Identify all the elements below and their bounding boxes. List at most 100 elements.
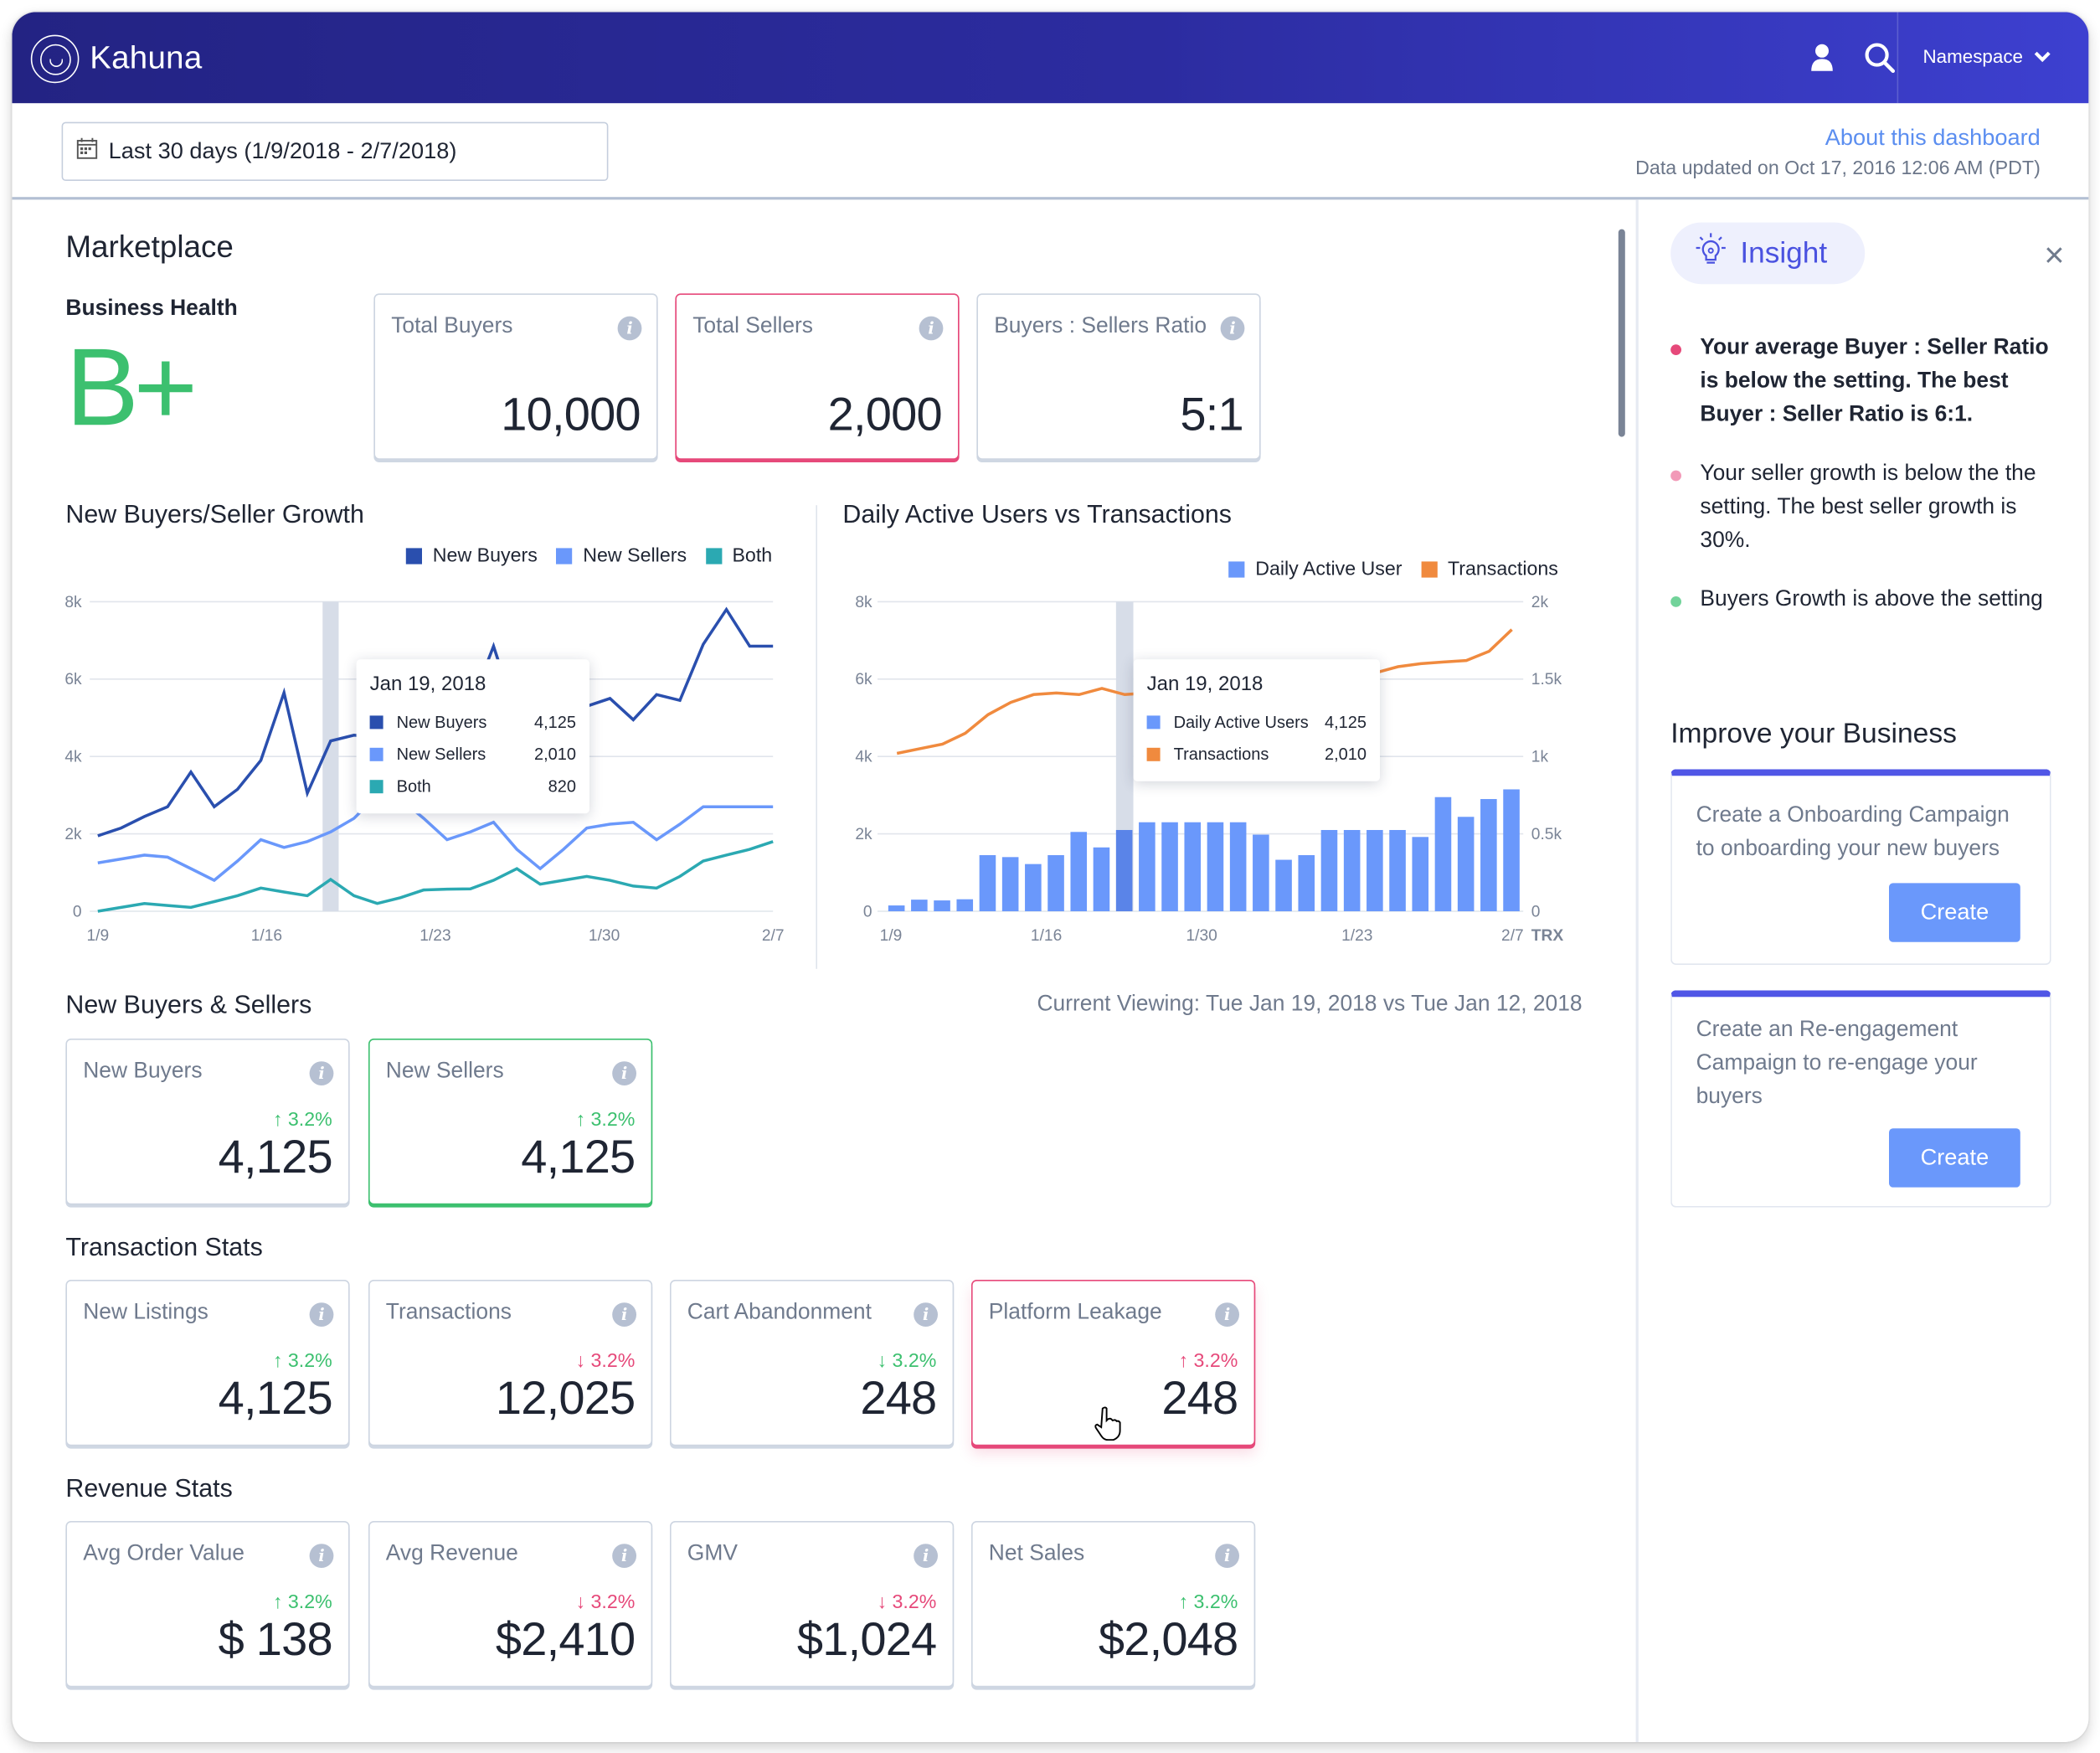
x-tick-label: 1/9 <box>880 927 903 945</box>
transactions-card[interactable]: Transactions i ↓ 3.2% 12,025 <box>368 1280 653 1446</box>
insight-badge: Insight <box>1670 222 1866 285</box>
legend-transactions[interactable]: Transactions <box>1420 559 1558 580</box>
card-value: 4,125 <box>218 1372 333 1425</box>
series-line-both[interactable] <box>97 840 774 913</box>
info-icon[interactable]: i <box>1220 316 1245 341</box>
buyers-sellers-ratio-card[interactable]: Buyers : Sellers Ratio i 5:1 <box>976 293 1261 460</box>
avg-order-value-card[interactable]: Avg Order Value i ↑ 3.2% $ 138 <box>65 1521 350 1688</box>
legend-label: Transactions <box>1447 559 1558 580</box>
dau-bar[interactable] <box>1139 822 1156 911</box>
info-icon[interactable]: i <box>914 1544 938 1568</box>
delta-value: 3.2% <box>590 1591 636 1614</box>
new-buyers-card[interactable]: New Buyers i ↑ 3.2% 4,125 <box>65 1039 350 1205</box>
legend-new-sellers[interactable]: New Sellers <box>556 545 687 567</box>
info-icon[interactable]: i <box>612 1544 636 1568</box>
info-icon[interactable]: i <box>919 316 944 341</box>
search-icon[interactable] <box>1864 42 1896 80</box>
arrow-up-icon: ↑ <box>272 1591 283 1614</box>
dau-bar[interactable] <box>1047 855 1064 911</box>
delta-badge: ↑ 3.2% <box>273 1351 332 1373</box>
dau-bar[interactable] <box>1253 834 1269 911</box>
dau-bar[interactable] <box>1070 832 1088 911</box>
new-sellers-card[interactable]: New Sellers i ↑ 3.2% 4,125 <box>368 1039 653 1205</box>
info-icon[interactable]: i <box>617 316 642 341</box>
new-listings-card[interactable]: New Listings i ↑ 3.2% 4,125 <box>65 1280 350 1446</box>
dau-bar[interactable] <box>1457 817 1475 911</box>
dau-bar[interactable] <box>1320 829 1338 911</box>
dau-bar[interactable] <box>1389 829 1406 911</box>
dau-bar[interactable] <box>911 900 928 911</box>
dau-chart-legend: Daily Active User Transactions <box>1228 559 1558 580</box>
date-range-picker[interactable]: Last 30 days (1/9/2018 - 2/7/2018) <box>61 121 609 181</box>
tooltip-series-name: New Sellers <box>396 745 486 764</box>
business-health-grade: B+ <box>65 327 198 449</box>
y-right-tick-label: 0 <box>1531 903 1541 920</box>
cart-abandonment-card[interactable]: Cart Abandonment i ↓ 3.2% 248 <box>670 1280 955 1446</box>
dau-bar[interactable] <box>934 900 950 911</box>
close-icon[interactable]: × <box>2044 237 2064 272</box>
info-icon[interactable]: i <box>1215 1302 1239 1327</box>
info-icon[interactable]: i <box>1215 1544 1239 1568</box>
arrow-up-icon: ↑ <box>272 1350 283 1373</box>
user-icon[interactable] <box>1810 43 1835 79</box>
avg-revenue-card[interactable]: Avg Revenue i ↓ 3.2% $2,410 <box>368 1521 653 1688</box>
dau-bar[interactable] <box>1025 864 1042 911</box>
arrow-down-icon: ↓ <box>877 1591 888 1614</box>
brand-logo[interactable]: Kahuna <box>30 34 203 84</box>
dau-bar[interactable] <box>1298 855 1315 911</box>
dau-bar[interactable] <box>1093 847 1110 911</box>
delta-badge: ↓ 3.2% <box>575 1351 635 1373</box>
about-dashboard-link[interactable]: About this dashboard <box>1825 125 2041 152</box>
info-icon[interactable]: i <box>612 1302 636 1327</box>
dau-bar[interactable] <box>1434 797 1452 911</box>
dau-bar[interactable] <box>1207 822 1224 911</box>
namespace-dropdown[interactable]: Namespace <box>1922 45 2051 67</box>
legend-both[interactable]: Both <box>705 545 772 567</box>
dau-bar[interactable] <box>1275 859 1292 911</box>
tooltip-series-value: 4,125 <box>533 713 576 732</box>
gmv-card[interactable]: GMV i ↓ 3.2% $1,024 <box>670 1521 955 1688</box>
dau-bar[interactable] <box>1480 799 1497 911</box>
dau-bar[interactable] <box>1001 857 1019 911</box>
delta-value: 3.2% <box>287 1109 332 1132</box>
card-label: Buyers : Sellers Ratio <box>994 313 1207 338</box>
y-right-tick-label: 0.5k <box>1531 826 1562 843</box>
chevron-down-icon <box>2034 45 2051 67</box>
dau-bar[interactable] <box>979 855 996 911</box>
legend-new-buyers[interactable]: New Buyers <box>405 545 538 567</box>
net-sales-card[interactable]: Net Sales i ↑ 3.2% $2,048 <box>971 1521 1256 1688</box>
insight-text: Your average Buyer : Seller Ratio is bel… <box>1700 335 2049 426</box>
dau-bar[interactable] <box>1503 789 1520 911</box>
card-value: $2,048 <box>1098 1613 1238 1666</box>
info-icon[interactable]: i <box>612 1061 636 1085</box>
dau-bar[interactable] <box>1412 837 1429 911</box>
main-scrollbar[interactable] <box>1618 229 1625 437</box>
insight-title: Insight <box>1740 235 1828 270</box>
info-icon[interactable]: i <box>309 1544 334 1568</box>
y-tick-label: 6k <box>64 671 82 688</box>
total-buyers-card[interactable]: Total Buyers i 10,000 <box>373 293 658 460</box>
create-onboarding-campaign-button[interactable]: Create <box>1889 883 2020 942</box>
card-value: 12,025 <box>495 1372 636 1425</box>
info-icon[interactable]: i <box>309 1061 334 1085</box>
tooltip-title: Jan 19, 2018 <box>369 673 486 696</box>
dau-bar[interactable] <box>1184 822 1202 911</box>
dau-bar[interactable] <box>1161 822 1178 911</box>
delta-badge: ↓ 3.2% <box>575 1592 635 1614</box>
dau-bar[interactable] <box>1115 829 1133 911</box>
tooltip-swatch <box>1146 715 1161 730</box>
info-icon[interactable]: i <box>309 1302 334 1327</box>
info-icon[interactable]: i <box>914 1302 938 1327</box>
card-label: GMV <box>687 1541 738 1565</box>
card-value: 5:1 <box>1180 389 1243 441</box>
date-range-text: Last 30 days (1/9/2018 - 2/7/2018) <box>108 137 457 164</box>
dau-bar[interactable] <box>956 899 974 911</box>
legend-daily-active-user[interactable]: Daily Active User <box>1228 559 1403 580</box>
dau-bar[interactable] <box>1343 829 1361 911</box>
dau-bar[interactable] <box>888 905 905 911</box>
tooltip-row: Transactions 2,010 <box>1146 739 1367 771</box>
create-reengagement-campaign-button[interactable]: Create <box>1889 1128 2020 1188</box>
dau-bar[interactable] <box>1367 829 1383 911</box>
dau-bar[interactable] <box>1229 822 1247 911</box>
total-sellers-card[interactable]: Total Sellers i 2,000 <box>675 293 960 460</box>
